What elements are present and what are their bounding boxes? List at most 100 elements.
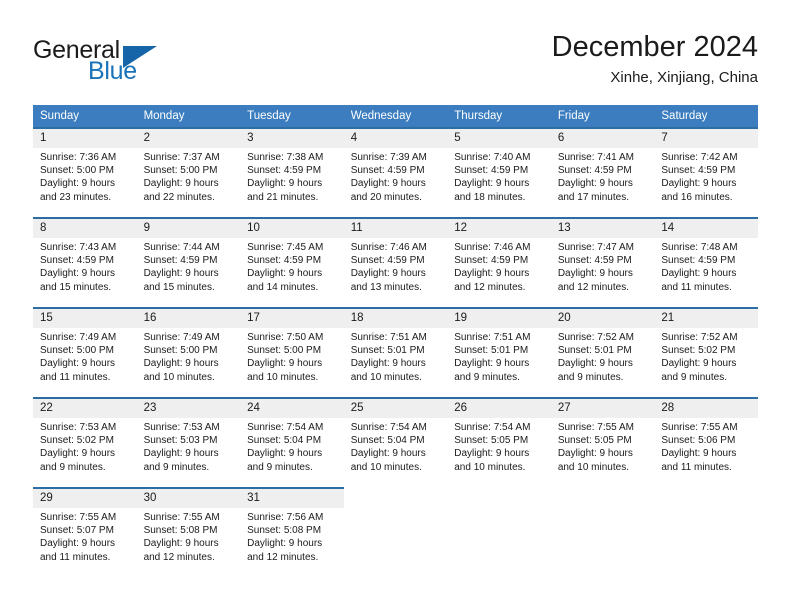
sunrise-time: Sunrise: 7:55 AM bbox=[557, 422, 634, 433]
day-details: Sunrise: 7:48 AM Sunset: 4:59 PM Daylight:… bbox=[654, 238, 758, 294]
calendar-day-cell[interactable]: 25 Sunrise: 7:54 AM Sunset: 5:04 PM Dayligh… bbox=[343, 397, 448, 473]
day-number: 29 bbox=[33, 489, 137, 508]
sunset-time: Sunset: 4:59 PM bbox=[247, 165, 322, 177]
sunset-time: Sunset: 5:00 PM bbox=[247, 345, 322, 357]
calendar-day-cell[interactable]: 28 Sunrise: 7:55 AM Sunset: 5:06 PM Dayligh… bbox=[654, 397, 758, 473]
calendar-day-cell[interactable]: 21 Sunrise: 7:52 AM Sunset: 5:02 PM Dayligh… bbox=[654, 307, 758, 383]
calendar-day-cell[interactable]: 11 Sunrise: 7:46 AM Sunset: 4:59 PM Dayligh… bbox=[343, 217, 448, 293]
day-cell-inner: 10 Sunrise: 7:45 AM Sunset: 4:59 PM Dayligh… bbox=[240, 217, 344, 293]
week-spacer-cell bbox=[240, 293, 344, 307]
day-cell-inner: 3 Sunrise: 7:38 AM Sunset: 4:59 PM Daylight… bbox=[240, 127, 344, 203]
calendar-day-cell[interactable]: 20 Sunrise: 7:52 AM Sunset: 5:01 PM Dayligh… bbox=[550, 307, 655, 383]
week-spacer-cell bbox=[654, 473, 758, 487]
week-spacer-cell bbox=[33, 293, 137, 307]
calendar-day-cell[interactable]: 6 Sunrise: 7:41 AM Sunset: 4:59 PM Daylight… bbox=[550, 127, 655, 204]
calendar-week-row: 1 Sunrise: 7:36 AM Sunset: 5:00 PM Daylight… bbox=[33, 127, 758, 203]
sunset-time: Sunset: 5:01 PM bbox=[454, 345, 529, 357]
week-spacer-cell bbox=[654, 293, 758, 307]
general-blue-logo[interactable]: General Blue bbox=[33, 36, 253, 88]
week-spacer-cell bbox=[447, 473, 551, 487]
calendar-day-cell[interactable]: 8 Sunrise: 7:43 AM Sunset: 4:59 PM Daylight… bbox=[33, 217, 137, 293]
calendar-day-cell[interactable]: 3 Sunrise: 7:38 AM Sunset: 4:59 PM Daylight… bbox=[240, 127, 344, 203]
calendar-day-cell[interactable]: 29 Sunrise: 7:55 AM Sunset: 5:07 PM Dayligh… bbox=[33, 487, 137, 563]
calendar-day-cell[interactable]: 9 Sunrise: 7:44 AM Sunset: 4:59 PM Daylight… bbox=[136, 217, 241, 293]
day-details: Sunrise: 7:36 AM Sunset: 5:00 PM Daylight:… bbox=[33, 148, 137, 204]
week-spacer-row bbox=[33, 473, 758, 487]
daylight-duration-line1: Daylight: 9 hours bbox=[557, 448, 633, 460]
day-details: Sunrise: 7:54 AM Sunset: 5:05 PM Daylight:… bbox=[447, 418, 551, 474]
daylight-duration-line1: Daylight: 9 hours bbox=[454, 178, 530, 190]
daylight-duration-line1: Daylight: 9 hours bbox=[247, 268, 323, 280]
sunrise-time: Sunrise: 7:49 AM bbox=[143, 332, 220, 343]
daylight-duration-line2: and 17 minutes. bbox=[557, 191, 629, 203]
calendar-day-cell[interactable]: 1 Sunrise: 7:36 AM Sunset: 5:00 PM Daylight… bbox=[33, 127, 137, 203]
day-details: Sunrise: 7:41 AM Sunset: 4:59 PM Daylight:… bbox=[551, 148, 655, 204]
title-block: December 2024 Xinhe, Xinjiang, China bbox=[552, 30, 758, 88]
daylight-duration-line1: Daylight: 9 hours bbox=[454, 268, 530, 280]
day-cell-inner: 24 Sunrise: 7:54 AM Sunset: 5:04 PM Dayligh… bbox=[240, 397, 344, 473]
day-number: 31 bbox=[240, 489, 344, 508]
sunrise-time: Sunrise: 7:55 AM bbox=[661, 422, 738, 433]
calendar-day-cell[interactable]: 27 Sunrise: 7:55 AM Sunset: 5:05 PM Dayligh… bbox=[550, 397, 655, 473]
day-number: 21 bbox=[654, 309, 758, 328]
daylight-duration-line2: and 9 minutes. bbox=[143, 461, 210, 473]
calendar-day-cell[interactable]: 31 Sunrise: 7:56 AM Sunset: 5:08 PM Dayligh… bbox=[240, 487, 344, 563]
sunset-time: Sunset: 5:05 PM bbox=[454, 435, 529, 447]
day-cell-inner: 14 Sunrise: 7:48 AM Sunset: 4:59 PM Dayligh… bbox=[654, 217, 758, 293]
sunset-time: Sunset: 4:59 PM bbox=[143, 255, 218, 267]
sunrise-time: Sunrise: 7:45 AM bbox=[247, 242, 324, 253]
calendar-day-cell[interactable]: 22 Sunrise: 7:53 AM Sunset: 5:02 PM Dayligh… bbox=[33, 397, 137, 473]
day-cell-inner: 11 Sunrise: 7:46 AM Sunset: 4:59 PM Dayligh… bbox=[343, 217, 448, 293]
day-cell-inner: 6 Sunrise: 7:41 AM Sunset: 4:59 PM Daylight… bbox=[550, 127, 655, 204]
calendar-day-cell[interactable]: 17 Sunrise: 7:50 AM Sunset: 5:00 PM Dayligh… bbox=[240, 307, 344, 383]
daylight-duration-line2: and 11 minutes. bbox=[40, 551, 111, 563]
day-cell-inner: 12 Sunrise: 7:46 AM Sunset: 4:59 PM Dayligh… bbox=[447, 217, 551, 293]
sunset-time: Sunset: 5:04 PM bbox=[247, 435, 322, 447]
day-details: Sunrise: 7:39 AM Sunset: 4:59 PM Daylight:… bbox=[344, 148, 448, 204]
calendar-day-cell[interactable]: 14 Sunrise: 7:48 AM Sunset: 4:59 PM Dayligh… bbox=[654, 217, 758, 293]
day-number: 26 bbox=[447, 399, 551, 418]
week-spacer-cell bbox=[343, 293, 448, 307]
daylight-duration-line2: and 16 minutes. bbox=[661, 191, 733, 203]
week-spacer-cell bbox=[654, 383, 758, 397]
calendar-day-cell[interactable]: 7 Sunrise: 7:42 AM Sunset: 4:59 PM Daylight… bbox=[654, 127, 758, 203]
calendar-day-cell[interactable]: 15 Sunrise: 7:49 AM Sunset: 5:00 PM Dayligh… bbox=[33, 307, 137, 383]
weekday-header-saturday: Saturday bbox=[654, 105, 758, 127]
calendar-day-cell[interactable]: 23 Sunrise: 7:53 AM Sunset: 5:03 PM Dayligh… bbox=[136, 397, 241, 474]
sunset-time: Sunset: 5:00 PM bbox=[143, 165, 218, 177]
day-cell-inner: 18 Sunrise: 7:51 AM Sunset: 5:01 PM Dayligh… bbox=[343, 307, 448, 383]
week-spacer-cell bbox=[33, 383, 137, 397]
day-details: Sunrise: 7:55 AM Sunset: 5:08 PM Daylight:… bbox=[137, 508, 241, 564]
sunset-time: Sunset: 4:59 PM bbox=[350, 255, 425, 267]
calendar-day-cell[interactable]: 10 Sunrise: 7:45 AM Sunset: 4:59 PM Dayligh… bbox=[240, 217, 344, 293]
daylight-duration-line2: and 11 minutes. bbox=[40, 371, 111, 383]
sunrise-time: Sunrise: 7:36 AM bbox=[40, 152, 117, 163]
week-spacer-row bbox=[33, 383, 758, 397]
day-cell-inner: 29 Sunrise: 7:55 AM Sunset: 5:07 PM Dayligh… bbox=[33, 487, 137, 563]
day-number: 16 bbox=[136, 309, 241, 328]
calendar-day-cell[interactable]: 19 Sunrise: 7:51 AM Sunset: 5:01 PM Dayligh… bbox=[447, 307, 551, 383]
day-number: 5 bbox=[447, 129, 551, 148]
daylight-duration-line2: and 10 minutes. bbox=[350, 371, 422, 383]
calendar-day-cell[interactable]: 13 Sunrise: 7:47 AM Sunset: 4:59 PM Dayligh… bbox=[550, 217, 655, 293]
calendar-day-cell[interactable]: 24 Sunrise: 7:54 AM Sunset: 5:04 PM Dayligh… bbox=[240, 397, 344, 473]
calendar-day-cell[interactable]: 12 Sunrise: 7:46 AM Sunset: 4:59 PM Dayligh… bbox=[447, 217, 551, 293]
calendar-day-cell[interactable]: 2 Sunrise: 7:37 AM Sunset: 5:00 PM Daylight… bbox=[136, 127, 241, 203]
sunset-time: Sunset: 5:04 PM bbox=[350, 435, 425, 447]
week-spacer-cell bbox=[447, 203, 551, 217]
calendar-day-cell[interactable]: 16 Sunrise: 7:49 AM Sunset: 5:00 PM Dayligh… bbox=[136, 307, 241, 383]
calendar-day-cell[interactable]: 5 Sunrise: 7:40 AM Sunset: 4:59 PM Daylight… bbox=[447, 127, 551, 203]
daylight-duration-line1: Daylight: 9 hours bbox=[143, 448, 219, 460]
sunrise-time: Sunrise: 7:38 AM bbox=[247, 152, 324, 163]
location-subtitle: Xinhe, Xinjiang, China bbox=[610, 69, 758, 86]
day-details: Sunrise: 7:53 AM Sunset: 5:03 PM Daylight:… bbox=[137, 418, 241, 474]
daylight-duration-line2: and 12 minutes. bbox=[143, 551, 215, 563]
sunrise-time: Sunrise: 7:53 AM bbox=[143, 422, 220, 433]
sunset-time: Sunset: 5:05 PM bbox=[557, 435, 632, 447]
calendar-day-cell[interactable]: 26 Sunrise: 7:54 AM Sunset: 5:05 PM Dayligh… bbox=[447, 397, 551, 473]
weekday-header-tuesday: Tuesday bbox=[240, 105, 344, 127]
calendar-day-cell[interactable]: 18 Sunrise: 7:51 AM Sunset: 5:01 PM Dayligh… bbox=[343, 307, 448, 383]
calendar-day-cell[interactable]: 30 Sunrise: 7:55 AM Sunset: 5:08 PM Dayligh… bbox=[136, 487, 241, 564]
calendar-day-cell[interactable]: 4 Sunrise: 7:39 AM Sunset: 4:59 PM Daylight… bbox=[343, 127, 448, 204]
sunset-time: Sunset: 5:00 PM bbox=[40, 165, 114, 177]
